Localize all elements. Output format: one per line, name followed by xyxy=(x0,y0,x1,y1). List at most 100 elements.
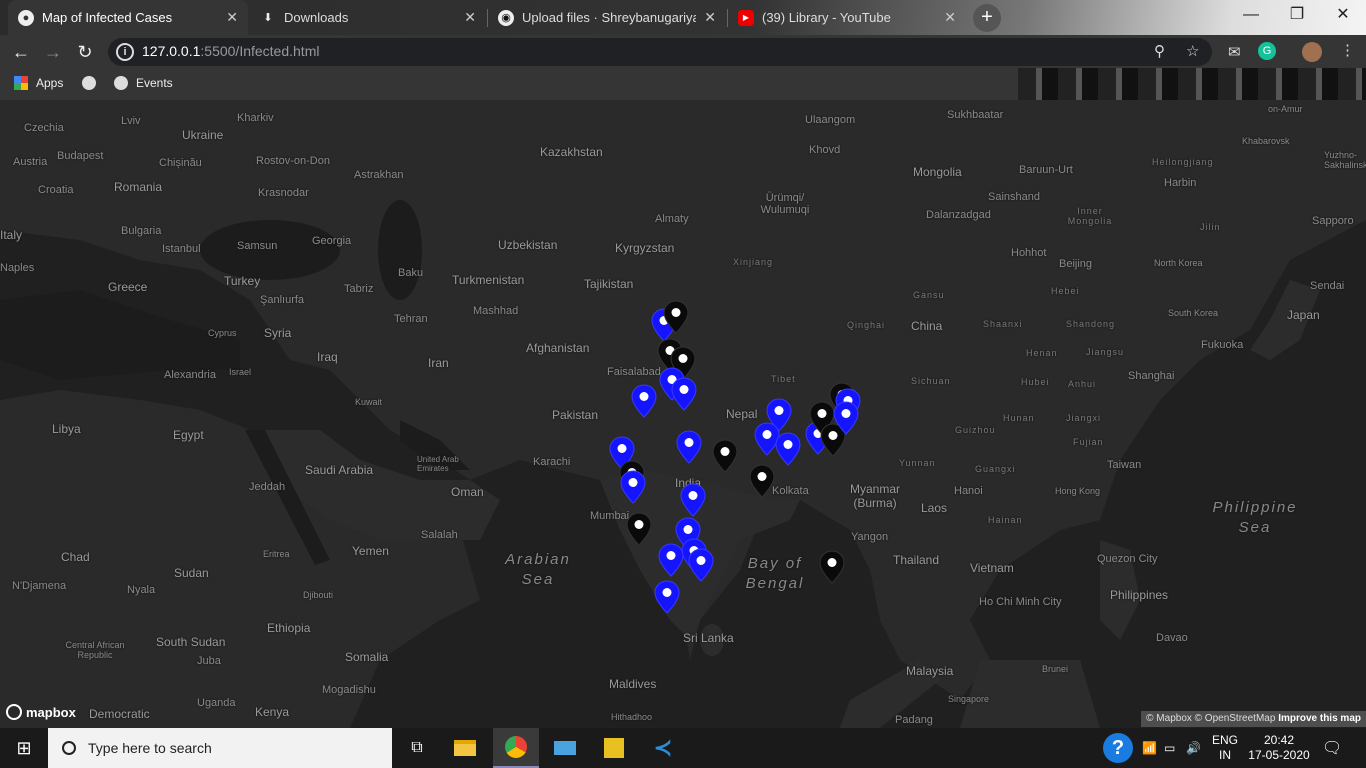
case-marker-pin[interactable] xyxy=(658,543,684,577)
address-bar[interactable]: i 127.0.0.1:5500/Infected.html ⚲ ☆ xyxy=(108,38,1212,66)
case-marker-pin[interactable] xyxy=(819,550,845,584)
map-label: Egypt xyxy=(173,428,204,442)
map-label: Hainan xyxy=(988,515,1023,525)
task-view-icon[interactable]: ⧉ xyxy=(394,728,440,768)
windows-start-icon[interactable]: ⊞ xyxy=(0,728,48,768)
map-label: Bulgaria xyxy=(121,225,162,237)
close-window-button[interactable]: ✕ xyxy=(1320,0,1366,30)
star-icon[interactable]: ☆ xyxy=(1186,42,1199,60)
wifi-icon[interactable]: 📶 xyxy=(1142,728,1157,768)
search-placeholder: Type here to search xyxy=(88,740,212,756)
battery-icon[interactable]: ▭ xyxy=(1164,728,1175,768)
improve-map-link[interactable]: Improve this map xyxy=(1278,713,1361,724)
gmail-extension-icon[interactable]: ✉ xyxy=(1228,43,1241,61)
map-label: Italy xyxy=(0,228,23,242)
clock[interactable]: 20:42 17-05-2020 xyxy=(1248,728,1310,768)
github-icon: ◉ xyxy=(498,9,514,26)
map-label: Philippines xyxy=(1110,588,1169,602)
map-label: Beijing xyxy=(1059,258,1093,270)
bookmark-events[interactable]: Events xyxy=(114,76,173,90)
case-marker-pin[interactable] xyxy=(775,432,801,466)
map-label: Czechia xyxy=(24,122,64,134)
map-label: Myanmar (Burma) xyxy=(849,482,900,510)
restore-button[interactable]: ❐ xyxy=(1274,0,1320,30)
close-icon[interactable]: ✕ xyxy=(226,9,238,26)
youtube-icon: ▶ xyxy=(738,9,754,26)
forward-button[interactable]: → xyxy=(40,39,66,65)
vscode-icon[interactable]: ≺ xyxy=(640,728,686,768)
avatar[interactable] xyxy=(1302,42,1322,62)
search-input[interactable]: Type here to search xyxy=(48,728,392,768)
bookmark-globe[interactable] xyxy=(82,76,104,90)
search-icon xyxy=(62,741,76,755)
case-marker-pin[interactable] xyxy=(654,580,680,614)
case-marker-pin[interactable] xyxy=(712,439,738,473)
map-label: Saudi Arabia xyxy=(305,463,374,477)
tab-map[interactable]: ● Map of Infected Cases ✕ xyxy=(8,0,248,35)
case-marker-pin[interactable] xyxy=(680,483,706,517)
map-label: Alexandria xyxy=(164,369,216,381)
volume-icon[interactable]: 🔊 xyxy=(1186,728,1201,768)
map-label: Astrakhan xyxy=(354,169,404,181)
tab-title: Downloads xyxy=(284,10,349,25)
map-label: Harbin xyxy=(1164,177,1197,189)
case-marker-pin[interactable] xyxy=(671,377,697,411)
zoom-icon[interactable]: ⚲ xyxy=(1154,42,1165,60)
map-label: Israel xyxy=(229,367,252,377)
new-tab-button[interactable]: + xyxy=(973,4,1001,32)
grammarly-extension-icon[interactable]: G xyxy=(1258,42,1276,60)
map-label: Tajikistan xyxy=(584,277,634,291)
map-label: Austria xyxy=(13,156,48,168)
chrome-icon[interactable] xyxy=(493,728,539,768)
close-icon[interactable]: ✕ xyxy=(464,9,476,26)
app-icon[interactable] xyxy=(591,728,637,768)
case-marker-pin[interactable] xyxy=(833,401,859,435)
map-label: Khabarovsk xyxy=(1242,136,1290,146)
map-label: Shandong xyxy=(1066,319,1116,329)
map-label: Tibet xyxy=(771,374,796,384)
tab-youtube[interactable]: ▶ (39) Library - YouTube ✕ xyxy=(728,0,966,35)
case-marker-pin[interactable] xyxy=(631,384,657,418)
case-marker-pin[interactable] xyxy=(676,430,702,464)
case-marker-pin[interactable] xyxy=(626,512,652,546)
map-label: North Korea xyxy=(1154,258,1203,268)
browser-toolbar: ← → ↻ i 127.0.0.1:5500/Infected.html ⚲ ☆… xyxy=(0,35,1366,68)
map-label: Heilongjiang xyxy=(1152,157,1214,167)
menu-icon[interactable]: ⋮ xyxy=(1340,41,1355,59)
app-icon[interactable] xyxy=(542,728,588,768)
map-label: Libya xyxy=(52,422,81,436)
map-label: Fukuoka xyxy=(1201,339,1244,351)
back-button[interactable]: ← xyxy=(8,39,34,65)
case-marker-pin[interactable] xyxy=(749,464,775,498)
case-marker-pin[interactable] xyxy=(663,300,689,334)
tab-github[interactable]: ◉ Upload files · Shreybanugariya/Pl ✕ xyxy=(488,0,726,35)
case-marker-pin[interactable] xyxy=(620,470,646,504)
bookmark-apps[interactable]: Apps xyxy=(14,76,63,90)
map-label: Chișinău xyxy=(159,157,202,169)
map-label: Naples xyxy=(0,262,35,274)
map-label: Ulaangom xyxy=(805,114,856,126)
info-icon[interactable]: i xyxy=(116,43,134,61)
close-icon[interactable]: ✕ xyxy=(704,9,716,26)
map-label: Eritrea xyxy=(263,549,290,559)
file-explorer-icon[interactable] xyxy=(442,728,488,768)
tab-downloads[interactable]: ⬇ Downloads ✕ xyxy=(250,0,486,35)
mapbox-logo[interactable]: mapbox xyxy=(6,704,76,720)
help-icon[interactable]: ? xyxy=(1103,728,1133,768)
map-label: Juba xyxy=(197,655,221,667)
map-label: Sainshand xyxy=(988,191,1040,203)
map-label: Shaanxi xyxy=(983,319,1023,329)
case-marker-pin[interactable] xyxy=(688,548,714,582)
close-icon[interactable]: ✕ xyxy=(944,9,956,26)
map-label: Uganda xyxy=(197,697,236,709)
map-label: United Arab Emirates xyxy=(417,455,459,473)
map-label: Mashhad xyxy=(473,305,519,317)
minimize-button[interactable]: — xyxy=(1228,0,1274,30)
notifications-icon[interactable]: 🗨 xyxy=(1322,728,1342,768)
map-label: Yuzhno-Sakhalinsk xyxy=(1324,150,1366,170)
language-indicator[interactable]: ENG IN xyxy=(1212,728,1238,768)
bookmark-label: Apps xyxy=(36,76,64,90)
map-label: Sukhbaatar xyxy=(947,109,1004,121)
map-canvas[interactable]: Czechia Lviv Kharkiv Ukraine Austria Bud… xyxy=(0,100,1366,728)
reload-button[interactable]: ↻ xyxy=(72,39,98,65)
